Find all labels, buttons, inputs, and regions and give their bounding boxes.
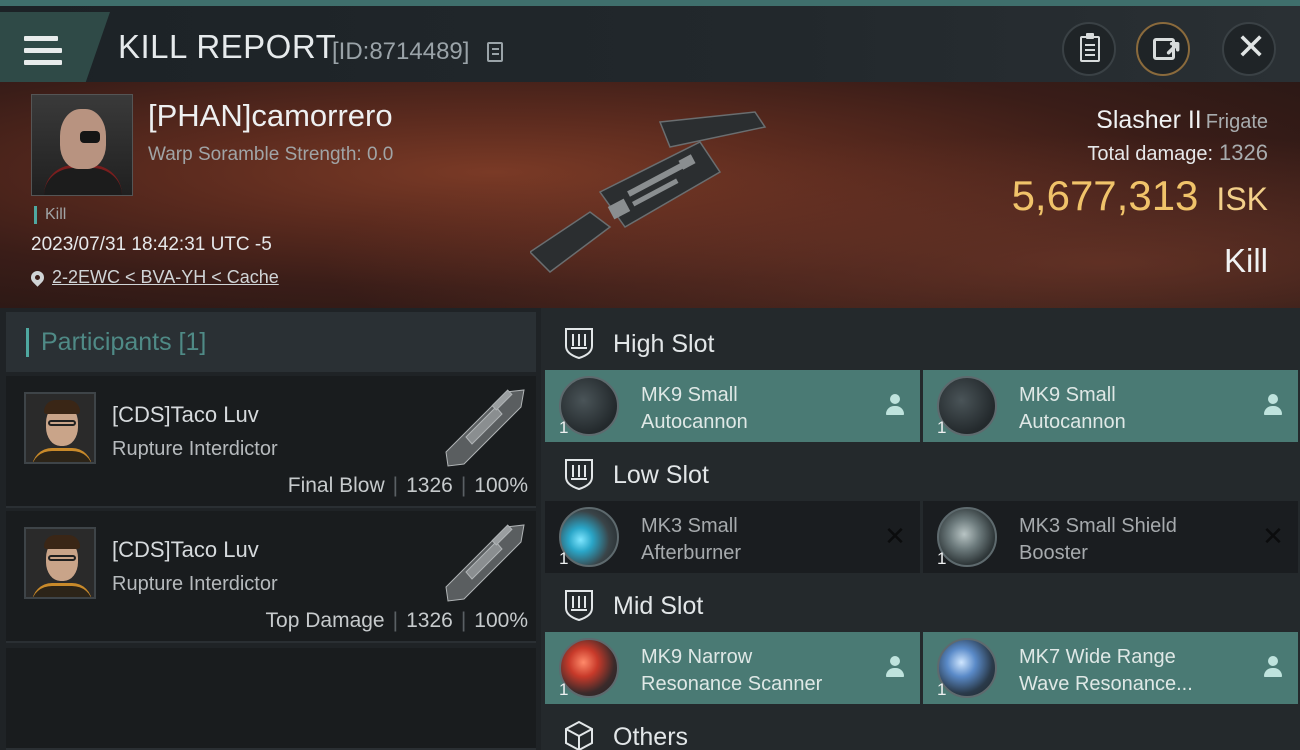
participant-stats: Top Damage | 1326 | 100% [265,609,528,632]
participant-name: [CDS]Taco Luv [112,537,259,562]
clipboard-button[interactable] [1062,22,1116,76]
clipboard-icon [1080,33,1100,62]
module-quantity: 1 [937,549,947,568]
participants-title: Participants [1] [26,328,206,357]
result-label: Kill [1223,242,1268,279]
participants-header: Participants [1] [6,312,536,372]
victim-ship-name: Slasher II [1096,106,1202,134]
participant-percent: 100% [474,609,528,632]
module-quantity: 1 [559,549,569,568]
close-button[interactable]: ✕ [1222,22,1276,76]
module-quantity: 1 [937,680,947,699]
participant-ship: Rupture Interdictor [112,438,278,460]
fittings-panel: High Slot 1 MK9 Small Autocannon 1 MK9 Sm… [541,308,1300,750]
low-slot-label: Low Slot [613,461,709,489]
page-title: KILL REPORT [118,28,337,65]
destroyed-x-icon: ✕ [1262,521,1284,551]
module-item[interactable]: 1 MK9 Small Autocannon [545,370,920,442]
others-label: Others [613,723,689,750]
module-name: MK9 Small Autocannon [641,384,748,433]
module-name: MK9 Narrow Resonance Scanner [641,646,823,695]
participant-ship: Rupture Interdictor [112,573,278,595]
module-name: MK7 Wide Range Wave Resonance... [1019,646,1193,695]
cube-icon [565,720,593,750]
location-pin-icon [28,268,47,287]
low-slot-header: Low Slot [541,443,1300,503]
module-quantity: 1 [559,418,569,437]
share-button[interactable]: ➜ [1136,22,1190,76]
module-name: MK9 Small Autocannon [1019,384,1126,433]
high-slot-icon [565,328,593,360]
module-quantity: 1 [559,680,569,699]
isk-unit: ISK [1216,181,1268,217]
module-item[interactable]: 1 MK9 Small Autocannon [923,370,1298,442]
destroyed-x-icon: ✕ [884,521,906,551]
participant-role: Final Blow [287,474,385,497]
top-bar: KILL REPORT [ID:8714489] ➜ ✕ [0,0,1300,82]
victim-ship-render [530,111,767,273]
participant-role: Top Damage [265,609,385,632]
victim-ship-class: Frigate [1205,111,1268,133]
report-id: [ID:8714489] [332,38,470,65]
close-icon: ✕ [1236,26,1267,67]
participants-empty-area [6,648,536,750]
total-damage: Total damage: 1326 [1087,140,1268,166]
participant-row[interactable]: [CDS]Taco Luv Rupture Interdictor Top Da… [6,511,536,643]
module-name: MK3 Small Afterburner [641,515,742,564]
participant-avatar[interactable] [24,392,96,464]
participant-row[interactable]: [CDS]Taco Luv Rupture Interdictor Final … [6,376,536,508]
location-link[interactable]: 2-2EWC < BVA-YH < Cache [52,267,279,287]
participant-percent: 100% [474,474,528,497]
copy-icon[interactable] [487,42,503,62]
participant-name: [CDS]Taco Luv [112,402,259,427]
module-item[interactable]: 1 MK3 Small Shield Booster ✕ [923,501,1298,573]
hamburger-menu-icon [24,36,62,66]
kill-location[interactable]: 2-2EWC < BVA-YH < Cache [28,267,279,288]
victim-pilot-name[interactable]: [PHAN]camorrero [148,98,393,134]
mid-slot-icon [565,590,593,622]
kill-datetime: 2023/07/31 18:42:31 UTC -5 [31,234,272,255]
mid-slot-header: Mid Slot [541,574,1300,634]
module-item[interactable]: 1 MK3 Small Afterburner ✕ [545,501,920,573]
participant-damage: 1326 [406,474,453,497]
mid-slot-label: Mid Slot [613,592,704,620]
fitted-person-icon [1262,656,1284,678]
low-slot-icon [565,459,593,491]
fitted-person-icon [884,656,906,678]
victim-portrait[interactable] [31,94,133,196]
victim-banner: [PHAN]camorrero Warp Soramble Strength: … [0,82,1300,308]
module-name: MK3 Small Shield Booster [1019,515,1177,564]
participants-panel: Participants [1] [CDS]Taco Luv Rupture I… [0,308,541,750]
participant-ship-render [445,524,525,602]
fitted-person-icon [1262,394,1284,416]
kill-tag: Kill [34,206,66,224]
participant-stats: Final Blow | 1326 | 100% [287,474,528,497]
participant-ship-render [445,389,525,467]
high-slot-header: High Slot [541,312,1300,372]
total-damage-value: 1326 [1219,140,1268,165]
isk-amount: 5,677,313 [1011,172,1199,219]
isk-value: 5,677,313 ISK [1012,172,1268,220]
participant-damage: 1326 [406,609,453,632]
others-header: Others [541,705,1300,750]
module-item[interactable]: 1 MK7 Wide Range Wave Resonance... [923,632,1298,704]
module-quantity: 1 [937,418,947,437]
module-item[interactable]: 1 MK9 Narrow Resonance Scanner [545,632,920,704]
menu-button[interactable] [0,12,110,82]
participant-avatar[interactable] [24,527,96,599]
warp-scramble-strength: Warp Soramble Strength: 0.0 [148,144,394,165]
total-damage-label: Total damage: [1087,143,1214,165]
high-slot-label: High Slot [613,330,715,358]
victim-ship[interactable]: Slasher II Frigate [1096,106,1268,135]
fitted-person-icon [884,394,906,416]
